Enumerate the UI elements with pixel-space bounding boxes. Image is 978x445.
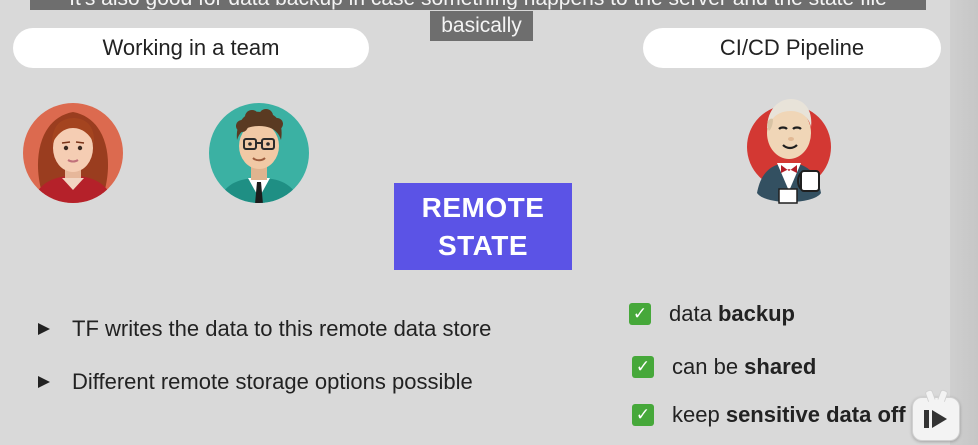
play-badge-icon[interactable] xyxy=(912,388,960,441)
check-item: ✓ data backup xyxy=(629,301,795,327)
subtitle-line-1: It's also good for data backup in case s… xyxy=(30,0,926,10)
green-checkmark-icon: ✓ xyxy=(629,303,651,325)
woman-avatar-icon xyxy=(22,98,124,208)
right-edge-strip xyxy=(950,0,978,445)
working-in-team-pill: Working in a team xyxy=(13,28,369,68)
remote-state-line-2: STATE xyxy=(437,229,529,261)
triangle-bullet-icon xyxy=(38,323,50,335)
badge-ear-right xyxy=(937,388,949,403)
check-text: keep xyxy=(672,402,726,427)
remote-state-box: REMOTE STATE xyxy=(394,183,572,270)
ci-cd-pipeline-pill: CI/CD Pipeline xyxy=(643,28,941,68)
bullet-item: Different remote storage options possibl… xyxy=(38,369,473,395)
check-item: ✓ can be shared xyxy=(632,354,816,380)
play-arrow-icon xyxy=(932,410,947,428)
bullet-text: Different remote storage options possibl… xyxy=(72,369,473,394)
subtitle-line-2: basically xyxy=(430,11,533,41)
check-text-bold: shared xyxy=(744,354,817,379)
green-checkmark-icon: ✓ xyxy=(632,404,654,426)
remote-state-line-1: REMOTE xyxy=(421,191,545,223)
check-item: ✓ keep sensitive data off disk xyxy=(632,402,956,428)
green-checkmark-icon: ✓ xyxy=(632,356,654,378)
badge-ear-left xyxy=(924,388,936,403)
check-text: data xyxy=(669,301,718,326)
play-bar-icon xyxy=(924,410,929,428)
bullet-text: TF writes the data to this remote data s… xyxy=(72,316,492,341)
man-avatar-icon xyxy=(208,98,310,208)
bullet-item: TF writes the data to this remote data s… xyxy=(38,316,491,342)
slide: It's also good for data backup in case s… xyxy=(0,0,978,445)
jenkins-butler-icon xyxy=(743,93,835,209)
check-text: can be xyxy=(672,354,745,379)
triangle-bullet-icon xyxy=(38,376,50,388)
check-text-bold: backup xyxy=(717,301,795,326)
